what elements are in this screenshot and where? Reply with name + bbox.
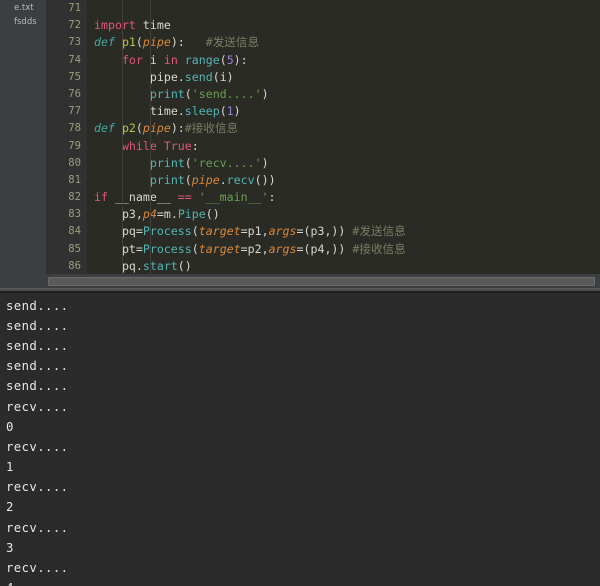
editor-hscrollbar[interactable] (48, 277, 595, 286)
terminal-output-line: 0 (6, 417, 600, 437)
terminal-output-line: recv.... (6, 397, 600, 417)
indent-guide (150, 0, 151, 288)
code-line[interactable]: 79 while True: (47, 138, 600, 155)
line-number: 83 (47, 206, 81, 223)
line-number: 82 (47, 189, 81, 206)
terminal-output-line: 3 (6, 538, 600, 558)
code-line-text: def p1(pipe): #发送信息 (94, 34, 259, 51)
code-line[interactable]: 80 print('recv....') (47, 155, 600, 172)
code-line[interactable]: 74 for i in range(5): (47, 52, 600, 69)
terminal-output-line: recv.... (6, 437, 600, 457)
line-number: 73 (47, 34, 81, 51)
code-line-text: def p2(pipe):#接收信息 (94, 120, 238, 137)
code-line[interactable]: 82if __name__ == '__main__': (47, 189, 600, 206)
code-line-text: for i in range(5): (94, 52, 248, 69)
code-line[interactable]: 86 pq.start() (47, 258, 600, 275)
code-line[interactable]: 83 p3,p4=m.Pipe() (47, 206, 600, 223)
code-line-text: time.sleep(1) (94, 103, 241, 120)
code-line-text: p3,p4=m.Pipe() (94, 206, 220, 223)
terminal-output-line: 2 (6, 497, 600, 517)
line-number: 86 (47, 258, 81, 275)
sidebar-item-file-1[interactable]: fsdds (0, 15, 46, 29)
terminal-output-line: send.... (6, 296, 600, 316)
code-line[interactable]: 84 pq=Process(target=p1,args=(p3,)) #发送信… (47, 223, 600, 240)
terminal-output-line: send.... (6, 356, 600, 376)
code-line[interactable]: 72 import time (47, 17, 600, 34)
line-number: 78 (47, 120, 81, 137)
code-line-text: import time (94, 17, 171, 34)
code-line[interactable]: 75 pipe.send(i) (47, 69, 600, 86)
line-number: 72 (47, 17, 81, 34)
code-line[interactable]: 71 (47, 0, 600, 17)
terminal-output-line: recv.... (6, 558, 600, 578)
sidebar-item-file-0[interactable]: e.txt (0, 1, 46, 15)
editor-region: e.txt fsdds 7172 import time 73 def p1(pipe… (0, 0, 600, 288)
run-output-panel[interactable]: send....send....send....send....send....… (0, 292, 600, 586)
editor-scrollbar-row (0, 274, 600, 288)
line-number: 84 (47, 223, 81, 240)
terminal-output-line: send.... (6, 316, 600, 336)
line-number: 81 (47, 172, 81, 189)
terminal-output-line: send.... (6, 376, 600, 396)
line-number: 77 (47, 103, 81, 120)
line-number: 85 (47, 241, 81, 258)
project-sidebar[interactable]: e.txt fsdds (0, 0, 47, 288)
code-line[interactable]: 81 print(pipe.recv()) (47, 172, 600, 189)
terminal-output-line: 4 (6, 578, 600, 586)
line-number: 74 (47, 52, 81, 69)
file-tree-list: e.txt fsdds (0, 0, 46, 29)
line-number: 71 (47, 0, 81, 17)
terminal-output-line: 1 (6, 457, 600, 477)
line-number: 75 (47, 69, 81, 86)
code-line-text: pq.start() (94, 258, 192, 275)
code-line[interactable]: 78 def p2(pipe):#接收信息 (47, 120, 600, 137)
terminal-output-line: send.... (6, 336, 600, 356)
code-line[interactable]: 76 print('send....') (47, 86, 600, 103)
terminal-output-line: recv.... (6, 518, 600, 538)
code-line-text: print('send....') (94, 86, 269, 103)
terminal-output-line: recv.... (6, 477, 600, 497)
code-line-text: while True: (94, 138, 199, 155)
ide-window: e.txt fsdds 7172 import time 73 def p1(pipe… (0, 0, 600, 586)
code-line-text: pq=Process(target=p1,args=(p3,)) #发送信息 (94, 223, 406, 240)
code-editor[interactable]: 7172import time73def p1(pipe): #发送信息74 f… (47, 0, 600, 288)
code-line-text: print('recv....') (94, 155, 269, 172)
code-line[interactable]: 77 time.sleep(1) (47, 103, 600, 120)
code-text-area[interactable]: 7172import time73def p1(pipe): #发送信息74 f… (47, 0, 600, 288)
indent-guide (122, 0, 123, 288)
line-number: 76 (47, 86, 81, 103)
code-line[interactable]: 73 def p1(pipe): #发送信息 (47, 34, 600, 51)
code-line-text: pipe.send(i) (94, 69, 234, 86)
code-line[interactable]: 85 pt=Process(target=p2,args=(p4,)) #接收信… (47, 241, 600, 258)
line-number: 79 (47, 138, 81, 155)
line-number: 80 (47, 155, 81, 172)
code-line-text: pt=Process(target=p2,args=(p4,)) #接收信息 (94, 241, 406, 258)
